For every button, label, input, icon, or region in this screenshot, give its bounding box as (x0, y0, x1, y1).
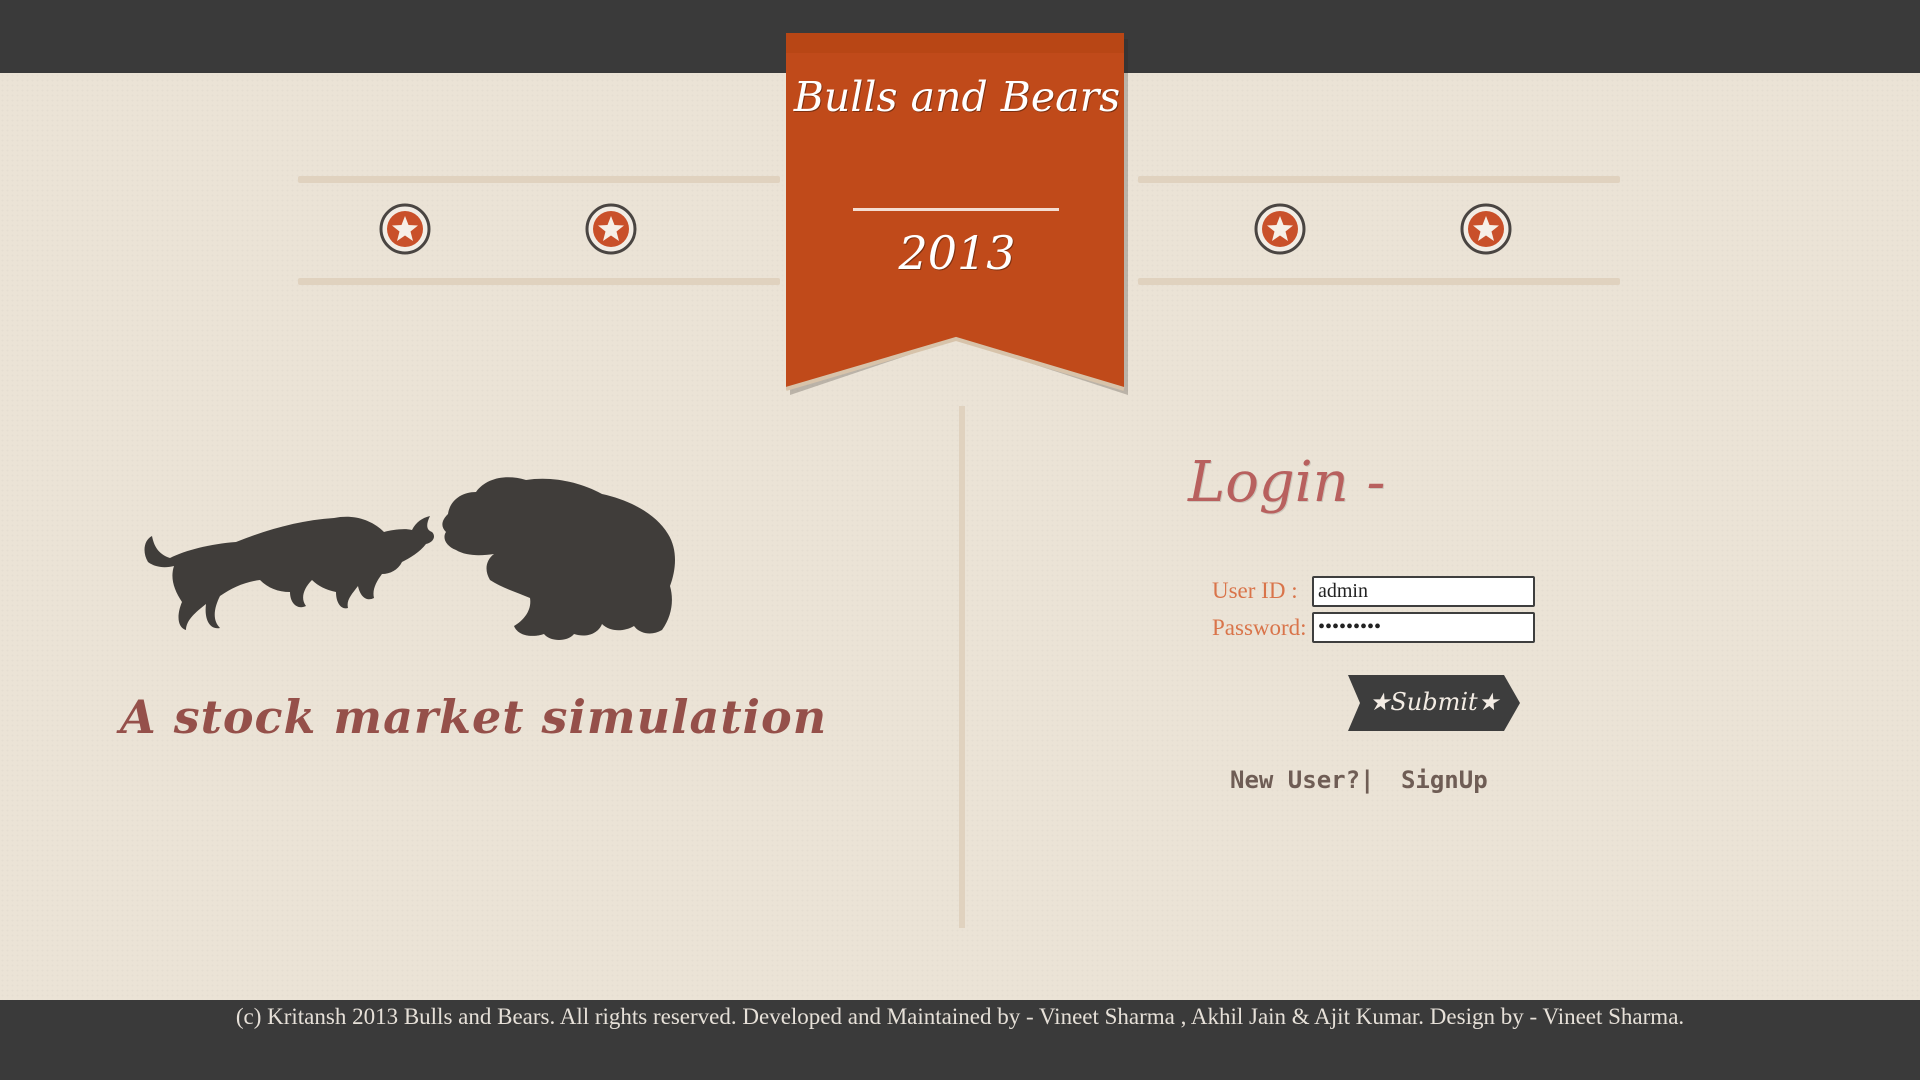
login-heading: Login - (1188, 450, 1386, 515)
user-id-label: User ID : (1212, 578, 1298, 603)
vertical-divider (959, 406, 965, 928)
tagline: A stock market simulation (120, 690, 828, 744)
password-label: Password: (1212, 615, 1307, 640)
bull-and-bear-silhouette-icon (144, 477, 675, 640)
new-user-text: New User?| (1230, 766, 1375, 794)
submit-button-label[interactable]: ★Submit★ (1348, 675, 1520, 731)
star-in-circle-icon (379, 203, 431, 255)
left-bottom-line (298, 278, 780, 285)
password-input[interactable] (1312, 612, 1535, 643)
signup-row: New User?| SignUp (1230, 766, 1488, 794)
star-in-circle-icon (1460, 203, 1512, 255)
banner-title: Bulls and Bears (793, 73, 1121, 121)
signup-link[interactable]: SignUp (1401, 766, 1488, 794)
star-in-circle-icon (585, 203, 637, 255)
footer-text: (c) Kritansh 2013 Bulls and Bears. All r… (235, 1004, 1685, 1029)
left-top-line (298, 176, 780, 183)
star-in-circle-icon (1254, 203, 1306, 255)
banner-year: 2013 (898, 226, 1016, 280)
right-top-line (1138, 176, 1620, 183)
banner-divider (853, 208, 1059, 211)
right-bottom-line (1138, 278, 1620, 285)
user-id-input[interactable] (1312, 576, 1535, 607)
